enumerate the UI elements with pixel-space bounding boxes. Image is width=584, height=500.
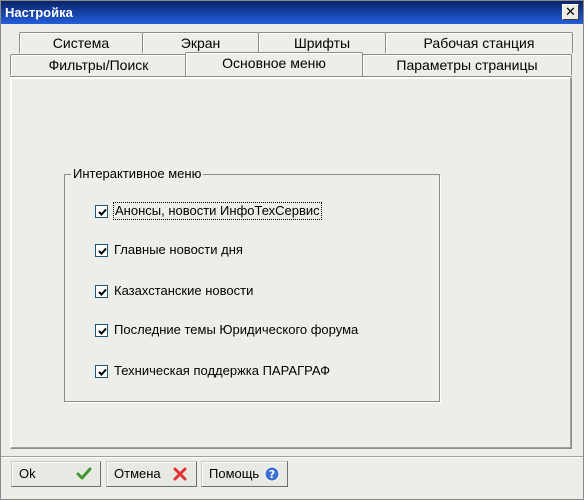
red-x-icon <box>172 466 188 482</box>
tab-main-menu[interactable]: Основное меню <box>185 52 363 76</box>
tab-panel-main-menu: Интерактивное меню Анонсы, новости ИнфоТ… <box>10 77 572 449</box>
checkbox[interactable] <box>95 244 108 257</box>
checkbox[interactable] <box>95 324 108 337</box>
cancel-button[interactable]: Отмена <box>106 461 197 487</box>
checkbox-label: Анонсы, новости ИнфоТехСервис <box>113 202 322 220</box>
tab-fonts[interactable]: Шрифты <box>258 32 386 53</box>
checkmark-icon <box>98 327 107 335</box>
window-title: Настройка <box>5 5 73 20</box>
checkmark-icon <box>98 368 107 376</box>
title-bar[interactable]: Настройка ✕ <box>1 1 583 24</box>
close-button[interactable]: ✕ <box>562 4 579 20</box>
svg-text:?: ? <box>269 468 275 481</box>
tab-screen[interactable]: Экран <box>142 32 259 53</box>
tab-system[interactable]: Система <box>19 32 143 53</box>
help-icon: ? <box>264 466 280 482</box>
tab-workstation[interactable]: Рабочая станция <box>385 32 573 53</box>
checkmark-icon <box>98 208 107 216</box>
tab-page-params[interactable]: Параметры страницы <box>362 54 572 75</box>
checkbox-label: Техническая поддержка ПАРАГРАФ <box>114 363 331 378</box>
bottom-separator <box>1 456 583 457</box>
checkbox-label: Последние темы Юридического форума <box>114 322 359 337</box>
help-button[interactable]: Помощь ? <box>201 461 288 487</box>
checkmark-icon <box>98 247 107 255</box>
interactive-menu-group: Интерактивное меню Анонсы, новости ИнфоТ… <box>64 166 440 402</box>
checkbox-label: Главные новости дня <box>114 242 243 257</box>
checkbox-label: Казахстанские новости <box>114 283 254 298</box>
checkbox[interactable] <box>95 205 108 218</box>
checkmark-icon <box>76 466 92 482</box>
checkbox[interactable] <box>95 285 108 298</box>
checkmark-icon <box>98 288 107 296</box>
close-icon: ✕ <box>565 4 576 19</box>
group-legend: Интерактивное меню <box>71 166 204 181</box>
checkbox[interactable] <box>95 365 108 378</box>
ok-button[interactable]: Ok <box>11 461 101 487</box>
settings-dialog: Настройка ✕ Система Экран Шрифты Рабочая… <box>0 0 584 500</box>
tab-filters-search[interactable]: Фильтры/Поиск <box>10 54 187 75</box>
